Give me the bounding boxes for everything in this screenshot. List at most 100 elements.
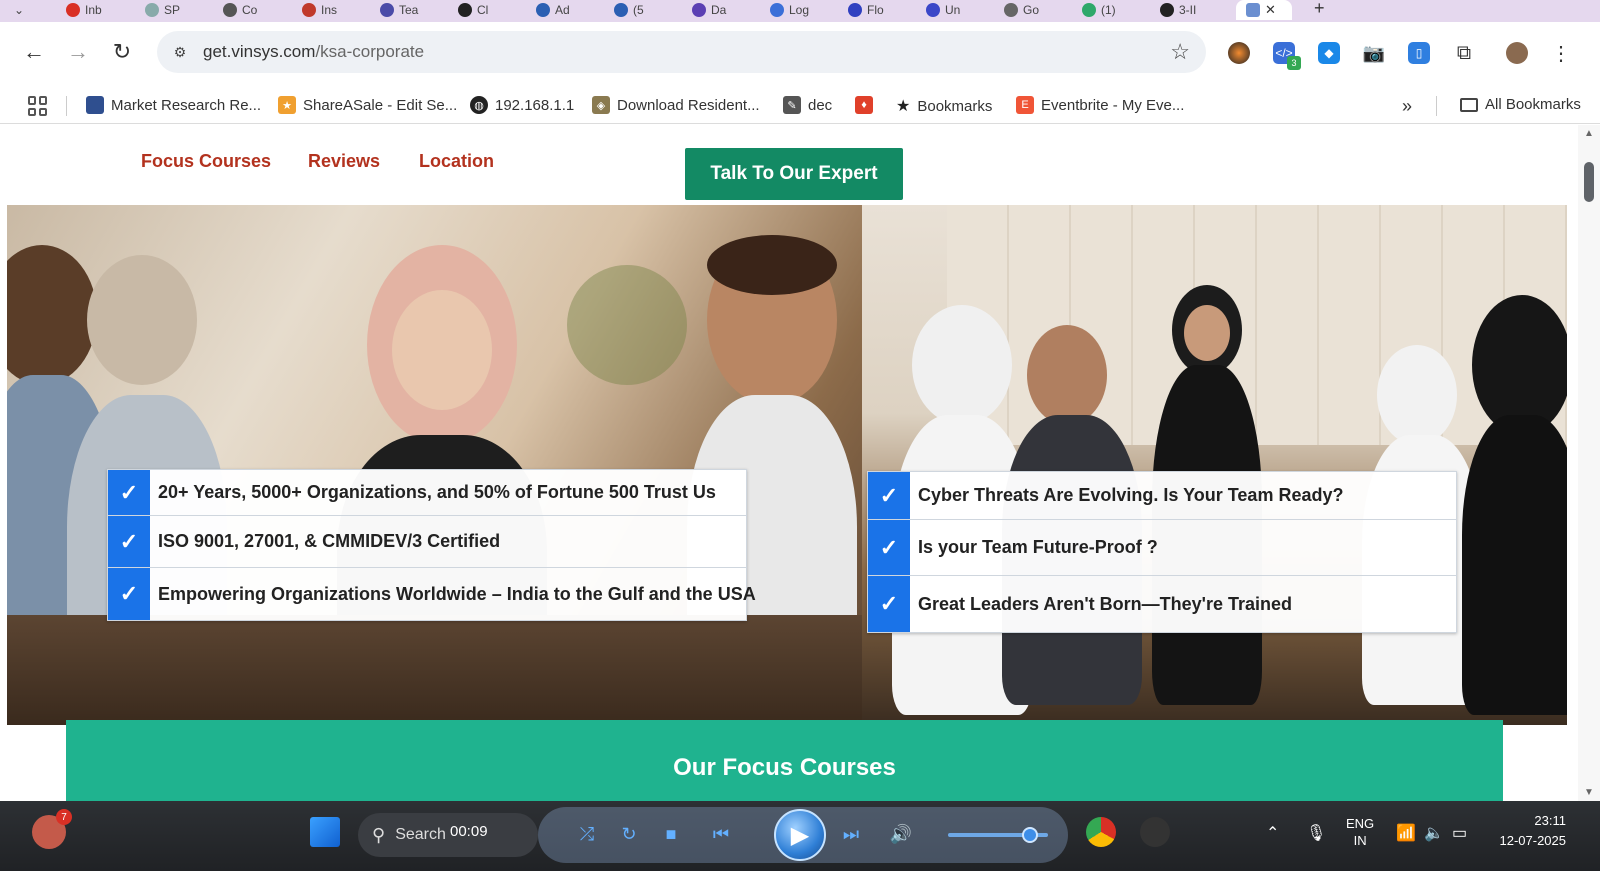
next-icon[interactable]: ⏭ [838,821,864,847]
browser-menu-icon[interactable]: ⋮ [1550,42,1572,65]
tab-favicon-icon [223,3,237,17]
extensions-puzzle-icon[interactable]: ⧉ [1453,42,1475,64]
tray-overflow-icon[interactable]: ⌃ [1266,823,1279,843]
microphone-icon[interactable]: 🎙 [1306,823,1326,843]
browser-tab[interactable]: Flo [848,0,884,20]
more-bookmarks-button[interactable]: » [1402,96,1412,117]
volume-slider-knob[interactable] [1022,827,1038,843]
extension-orange-icon[interactable] [1228,42,1250,64]
extension-tag-icon[interactable]: ◆ [1318,42,1340,64]
new-tab-button[interactable]: + [1314,0,1325,19]
browser-tab[interactable]: Inb [66,0,102,20]
bookmark-item[interactable]: ★ ShareASale - Edit Se... [278,96,457,114]
browser-tab[interactable]: 3-II [1160,0,1196,20]
bookmark-star-icon[interactable]: ☆ [1170,39,1190,65]
tab-label: Da [711,3,727,17]
nav-location[interactable]: Location [419,151,494,172]
volume-icon[interactable]: 🔊 [888,821,914,847]
site-info-icon[interactable]: ⚙ [169,41,191,63]
address-bar[interactable]: ⚙ get.vinsys.com/ksa-corporate ☆ [157,31,1206,73]
bookmark-folder[interactable]: ★ Bookmarks [896,96,992,116]
checklist-item: ✓ Is your Team Future-Proof ? [868,520,1456,576]
browser-tab[interactable]: Co [223,0,257,20]
shuffle-icon[interactable]: ⤮ [574,821,600,847]
profile-avatar[interactable] [1506,42,1528,64]
camera-icon[interactable]: 📷 [1363,42,1385,64]
browser-tab[interactable]: Cl [458,0,488,20]
nav-focus-courses[interactable]: Focus Courses [141,151,271,172]
active-tab[interactable]: ✕ [1236,0,1292,20]
tab-favicon-icon [926,3,940,17]
star-badge-icon: ★ [278,96,296,114]
browser-tab[interactable]: Da [692,0,726,20]
app-taskbar-icon[interactable] [1140,817,1170,847]
browser-tab[interactable]: (5 [614,0,644,20]
checklist-item: ✓ Great Leaders Aren't Born—They're Trai… [868,576,1456,632]
tab-label: 3-II [1179,3,1197,17]
tab-label: Ins [321,3,338,17]
browser-tab[interactable]: (1) [1082,0,1116,20]
tab-list-button[interactable]: ⌄ [14,0,44,20]
bookmark-item[interactable]: ◍ 192.168.1.1 [470,96,574,114]
scribble-icon: ✎ [783,96,801,114]
repeat-icon[interactable]: ↻ [616,821,642,847]
url-path: /ksa-corporate [315,42,425,61]
bookmark-label: Eventbrite - My Eve... [1041,96,1185,114]
scroll-down-icon[interactable]: ▼ [1584,787,1594,798]
tab-label: Log [789,3,810,17]
browser-tab[interactable]: Un [926,0,960,20]
scroll-up-icon[interactable]: ▲ [1584,128,1594,139]
previous-icon[interactable]: ⏮ [708,821,734,847]
close-tab-icon[interactable]: ✕ [1265,2,1276,18]
chrome-taskbar-icon[interactable] [1086,817,1116,847]
scrollbar-thumb[interactable] [1584,162,1594,202]
browser-tab[interactable]: Tea [380,0,418,20]
windows-start-icon[interactable] [310,817,340,847]
gmail-icon [66,3,80,17]
play-button[interactable]: ▶ [774,809,826,861]
tab-label: Cl [477,3,489,17]
page-scrollbar[interactable]: ▲ ▼ [1578,125,1600,801]
stop-icon[interactable]: ■ [658,821,684,847]
browser-tab[interactable]: SP [145,0,180,20]
bookmark-item[interactable]: ◈ Download Resident... [592,96,760,114]
volume-slider[interactable] [948,827,1048,843]
wifi-icon[interactable]: 📶 [1396,823,1416,843]
back-button[interactable]: ← [18,36,50,68]
language-code: ENG [1346,816,1375,831]
screen: ⌄ Inb SP Co Ins Tea Cl Ad (5 Da Log Flo … [0,0,1600,871]
all-bookmarks-button[interactable]: All Bookmarks [1460,96,1581,113]
browser-tab[interactable]: Go [1004,0,1039,20]
extension-clipboard-icon[interactable]: ▯ [1408,42,1430,64]
tab-favicon-icon [458,3,472,17]
speaker-icon[interactable]: 🔈 [1424,823,1444,843]
reload-button[interactable]: ↻ [106,36,138,68]
checklist-text: Great Leaders Aren't Born—They're Traine… [918,593,1293,614]
browser-tab[interactable]: Ins [302,0,337,20]
taskbar-search[interactable]: ⚲ Search [358,813,538,857]
bookmark-item[interactable]: E Eventbrite - My Eve... [1016,96,1184,114]
forward-button[interactable]: → [62,36,94,68]
clock-time: 23:11 [1534,813,1566,828]
weather-widget-icon[interactable]: 7 [32,809,72,849]
tab-label: (1) [1101,3,1116,17]
browser-tab[interactable]: Ad [536,0,570,20]
reload-icon: ↻ [112,39,132,64]
bookmark-item[interactable]: ♦ [855,96,873,114]
battery-icon[interactable]: ▭ [1452,823,1467,843]
system-clock[interactable]: 23:11 12-07-2025 [1496,811,1567,851]
talk-to-expert-button[interactable]: Talk To Our Expert [685,148,903,200]
globe-icon: ◍ [470,96,488,114]
bookmark-item[interactable]: ✎ dec [783,96,832,114]
extension-code-icon[interactable]: </> 3 [1273,42,1301,70]
nav-reviews[interactable]: Reviews [308,151,380,172]
divider [66,96,67,116]
browser-tab[interactable]: Log [770,0,809,20]
checkmark-icon: ✓ [108,516,150,567]
bookmark-label: dec [808,96,833,114]
bookmark-item[interactable]: Market Research Re... [86,96,261,114]
apps-grid-icon[interactable] [28,96,48,116]
url-text[interactable]: get.vinsys.com/ksa-corporate [203,42,424,62]
bookmark-label: ShareASale - Edit Se... [303,96,458,114]
language-indicator[interactable]: ENG IN [1346,815,1374,849]
